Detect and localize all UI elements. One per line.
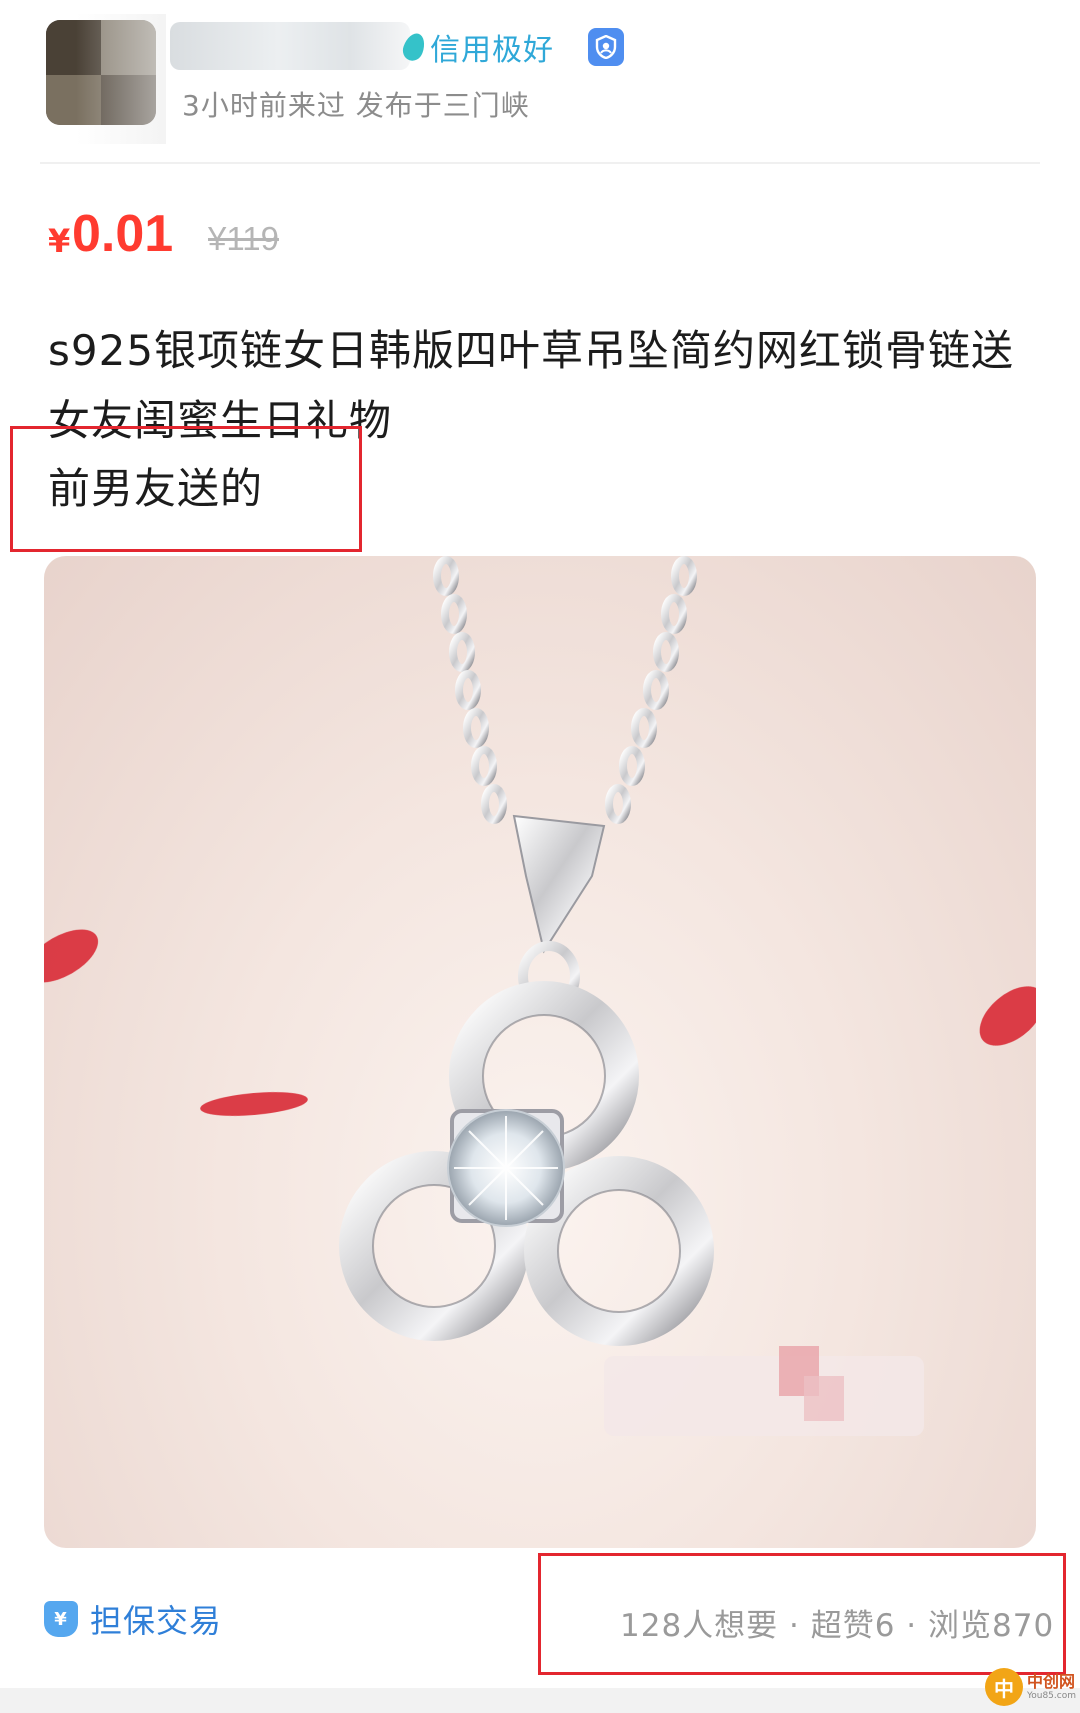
- price-currency: ¥: [48, 222, 71, 260]
- bottom-strip: [0, 1688, 1080, 1713]
- guarantee-shield-icon: ¥: [44, 1601, 78, 1637]
- credit-label: 信用极好: [430, 33, 554, 68]
- seller-sub-info: 3小时前来过 发布于三门峡: [182, 89, 530, 122]
- necklace-illustration: [44, 556, 1036, 1436]
- product-image[interactable]: [44, 556, 1036, 1548]
- watermark-domain: You85.com: [1026, 1691, 1076, 1701]
- divider: [40, 162, 1040, 164]
- drop-icon: [399, 30, 429, 64]
- site-watermark: 中 中创网 You85.com: [980, 1664, 1076, 1710]
- highlight-box-stats: [538, 1553, 1066, 1675]
- price-original: ¥119: [208, 220, 279, 257]
- credit-badge[interactable]: 信用极好: [399, 24, 554, 70]
- highlight-box-note: [10, 426, 362, 552]
- price-current: 0.01: [72, 205, 174, 263]
- watermark-logo-icon: 中: [984, 1668, 1023, 1706]
- seller-name-blurred[interactable]: [170, 22, 410, 70]
- guarantee-trade[interactable]: ¥ 担保交易: [44, 1596, 222, 1642]
- verified-shield-icon[interactable]: [588, 28, 624, 66]
- watermark-brand: 中创网: [1026, 1672, 1075, 1691]
- blur-overlay: [76, 14, 166, 144]
- guarantee-label: 担保交易: [90, 1602, 223, 1640]
